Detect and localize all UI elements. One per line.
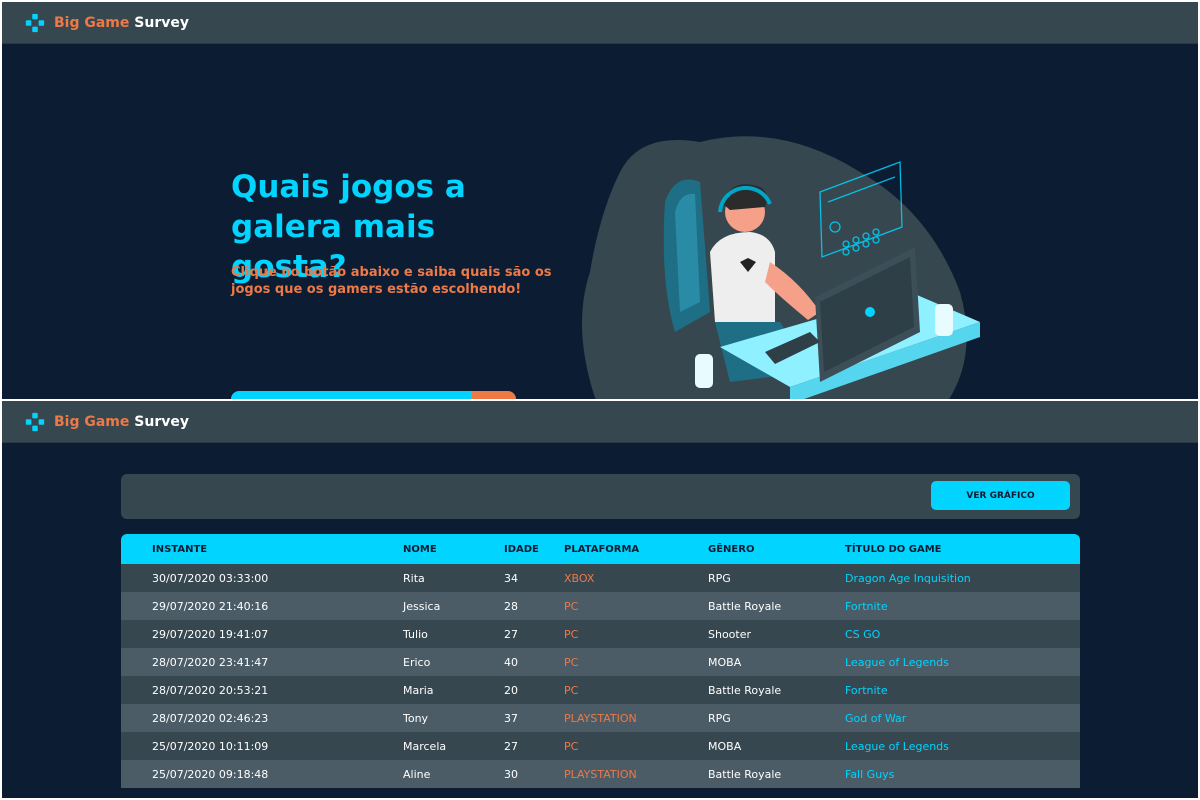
gamepad-icon — [25, 13, 45, 32]
records-screen: Big Game Survey VER GRÁFICO INSTANTE NOM… — [2, 401, 1198, 798]
table-row: 25/07/2020 10:11:09 Marcela 27 PC MOBA League… — [121, 732, 1080, 760]
table-row: 30/07/2020 03:33:00 Rita 34 XBOX RPG Dragon A… — [121, 564, 1080, 592]
col-platform: PLATAFORMA — [564, 543, 640, 555]
cell-instant: 29/07/2020 21:40:16 — [152, 599, 269, 613]
hero-subtitle: Clique no botão abaixo e saiba quais são… — [231, 265, 552, 297]
cell-platform: PC — [564, 627, 579, 641]
cell-platform: PC — [564, 683, 579, 697]
navbar: Big Game Survey — [2, 2, 1198, 44]
brand-name-part2: Survey — [134, 413, 189, 430]
cell-age: 27 — [504, 739, 518, 753]
gamepad-icon — [25, 412, 45, 431]
brand-name-part1: Big Game — [54, 413, 130, 430]
cell-platform: PC — [564, 655, 579, 669]
logo[interactable]: Big Game Survey — [24, 411, 189, 433]
cell-instant: 25/07/2020 10:11:09 — [152, 739, 269, 753]
cell-name: Aline — [403, 767, 431, 781]
cell-name: Jessica — [403, 599, 441, 613]
cell-name: Maria — [403, 683, 434, 697]
col-name: NOME — [403, 543, 437, 555]
cell-genre: MOBA — [708, 739, 742, 753]
cell-game-title: League of Legends — [845, 655, 949, 669]
cell-instant: 28/07/2020 02:46:23 — [152, 711, 269, 725]
cell-platform: XBOX — [564, 571, 595, 585]
cell-age: 30 — [504, 767, 518, 781]
col-genre: GÊNERO — [708, 543, 755, 555]
cell-genre: RPG — [708, 571, 731, 585]
cell-genre: MOBA — [708, 655, 742, 669]
table-header-row: INSTANTE NOME IDADE PLATAFORMA GÊNERO TÍ… — [121, 534, 1080, 564]
brand-name: Big Game Survey — [54, 414, 189, 430]
cell-age: 27 — [504, 627, 518, 641]
table-row: 28/07/2020 20:53:21 Maria 20 PC Battle Royal… — [121, 676, 1080, 704]
cell-game-title: League of Legends — [845, 739, 949, 753]
cta-button[interactable] — [231, 391, 516, 399]
table-row: 29/07/2020 21:40:16 Jessica 28 PC Battle Roy… — [121, 592, 1080, 620]
cell-name: Erico — [403, 655, 431, 669]
col-instant: INSTANTE — [152, 543, 208, 555]
brand-name-part2: Survey — [134, 14, 189, 31]
cell-age: 37 — [504, 711, 518, 725]
filters-bar: VER GRÁFICO — [121, 474, 1080, 519]
gamer-illustration — [582, 136, 980, 399]
cell-instant: 28/07/2020 20:53:21 — [152, 683, 269, 697]
cell-genre: Shooter — [708, 627, 752, 641]
cell-name: Rita — [403, 571, 425, 585]
view-chart-button[interactable]: VER GRÁFICO — [931, 481, 1070, 510]
cell-game-title: God of War — [845, 711, 907, 725]
col-age: IDADE — [504, 543, 539, 555]
cell-genre: Battle Royale — [708, 599, 782, 613]
cell-instant: 25/07/2020 09:18:48 — [152, 767, 269, 781]
cta-button-body[interactable] — [231, 391, 472, 399]
cell-age: 40 — [504, 655, 518, 669]
cell-instant: 30/07/2020 03:33:00 — [152, 571, 269, 585]
cta-button-arrow[interactable] — [472, 391, 516, 399]
cell-genre: RPG — [708, 711, 731, 725]
cell-game-title: Fortnite — [845, 599, 888, 613]
cell-platform: PLAYSTATION — [564, 711, 637, 725]
table-row: 29/07/2020 19:41:07 Tulio 27 PC Shooter CS GO — [121, 620, 1080, 648]
logo[interactable]: Big Game Survey — [24, 12, 189, 34]
brand-name: Big Game Survey — [54, 15, 189, 31]
cell-age: 34 — [504, 571, 518, 585]
cell-name: Tulio — [403, 627, 428, 641]
cell-game-title: Dragon Age Inquisition — [845, 571, 971, 585]
table-row: 28/07/2020 02:46:23 Tony 37 PLAYSTATION RPG G… — [121, 704, 1080, 732]
records-table-body: 30/07/2020 03:33:00 Rita 34 XBOX RPG Dragon A… — [121, 564, 1080, 788]
cell-genre: Battle Royale — [708, 767, 782, 781]
col-game-title: TÍTULO DO GAME — [845, 543, 942, 555]
cell-game-title: CS GO — [845, 627, 881, 641]
cell-game-title: Fall Guys — [845, 767, 895, 781]
cell-platform: PC — [564, 739, 579, 753]
cell-age: 20 — [504, 683, 518, 697]
navbar: Big Game Survey — [2, 401, 1198, 443]
cell-name: Marcela — [403, 739, 447, 753]
brand-name-part1: Big Game — [54, 14, 130, 31]
home-screen: Big Game Survey Quais jogos a galera mai… — [2, 2, 1198, 399]
cell-instant: 29/07/2020 19:41:07 — [152, 627, 269, 641]
table-row: 28/07/2020 23:41:47 Erico 40 PC MOBA League o… — [121, 648, 1080, 676]
cell-instant: 28/07/2020 23:41:47 — [152, 655, 269, 669]
records-table: INSTANTE NOME IDADE PLATAFORMA GÊNERO TÍ… — [121, 534, 1080, 788]
cell-age: 28 — [504, 599, 518, 613]
cell-game-title: Fortnite — [845, 683, 888, 697]
cell-platform: PC — [564, 599, 579, 613]
cell-platform: PLAYSTATION — [564, 767, 637, 781]
cell-name: Tony — [403, 711, 429, 725]
cell-genre: Battle Royale — [708, 683, 782, 697]
table-row: 25/07/2020 09:18:48 Aline 30 PLAYSTATION Bat… — [121, 760, 1080, 788]
